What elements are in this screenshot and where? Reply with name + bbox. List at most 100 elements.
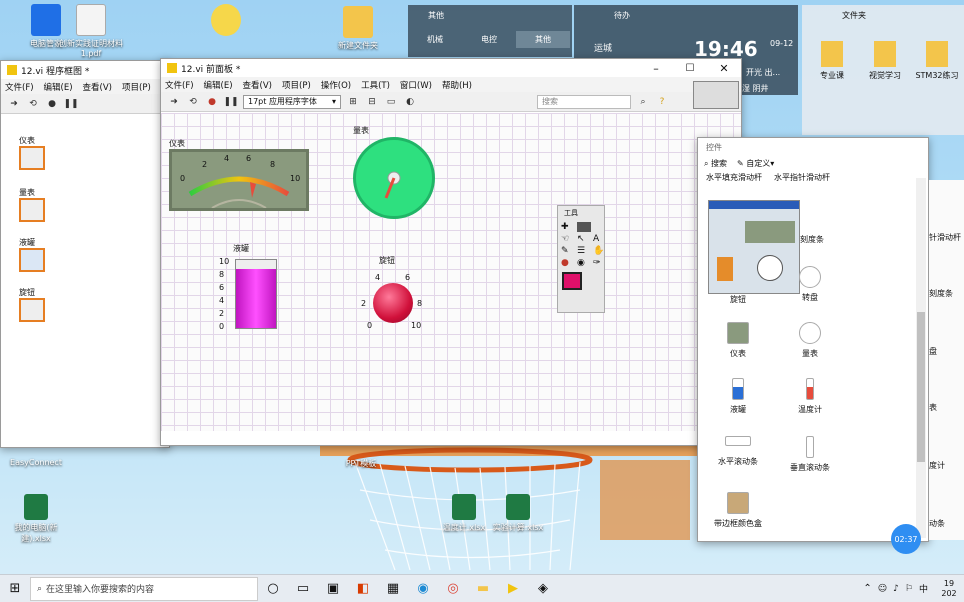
fp-menu-edit[interactable]: 编辑(E) [204,79,233,91]
minimize-icon[interactable]: – [639,62,673,75]
reorder-icon[interactable]: ◐ [403,95,417,108]
run-arrow-icon[interactable]: ➜ [167,95,181,108]
shortcut-tool-icon[interactable]: ☰ [577,246,591,256]
palette-item-thermometer[interactable]: 温度计 [770,378,850,415]
windows-start-icon[interactable]: ⊞ [0,575,30,602]
color-copy-tool-icon[interactable]: ✑ [593,258,607,268]
desktop-icon-pdf[interactable]: 创新实践证明材料1.pdf [55,4,127,58]
run-continuous-icon[interactable]: ⟲ [186,95,200,108]
label-tool-icon[interactable]: A [593,234,607,244]
widget-tab-mechanical[interactable]: 机械 [408,31,462,48]
widget-tab-other[interactable]: 其他 [516,31,570,48]
help-icon[interactable]: ? [655,95,669,108]
clock-bubble[interactable]: 02:37 [891,524,921,554]
color-tool-icon[interactable] [562,272,582,290]
palette-item-color-box[interactable]: 带边框颜色盒 [698,492,778,529]
desktop-icon-xlsx-1[interactable]: 我的电脑(新建).xlsx [0,494,72,544]
palette-scrollbar[interactable] [916,178,926,538]
bd-menu-edit[interactable]: 编辑(E) [44,81,73,93]
folder-stm32[interactable]: STM32练习 [910,41,964,81]
fp-menu-operate[interactable]: 操作(O) [321,79,351,91]
desktop-icon-xlsx-3[interactable]: 实验计算.xlsx [482,494,554,533]
folder-vision-learning[interactable]: 视觉学习 [860,41,910,81]
desktop-icon-easyconnect[interactable]: EasyConnect [0,458,72,467]
fp-menu-project[interactable]: 项目(P) [282,79,311,91]
gauge-control[interactable] [353,137,435,219]
abort-icon[interactable]: ● [205,95,219,108]
app-grid-icon[interactable]: ▦ [378,575,408,602]
auto-tool-icon[interactable] [577,222,591,232]
taskbar-search-input[interactable]: ⌕ 在这里输入你要搜索的内容 [30,576,258,601]
palette-item-meter[interactable]: 仪表 [698,322,778,359]
pause-icon[interactable]: ❚❚ [63,97,78,110]
palette-item-gauge[interactable]: 量表 [770,322,850,359]
position-tool-icon[interactable]: ↖ [577,234,591,244]
palette-item-vscrollbar[interactable]: 垂直滚动条 [770,436,850,473]
tray-ime-label[interactable]: 中 [919,582,928,595]
bd-item-gauge[interactable]: 量表 [19,187,45,222]
tools-palette[interactable]: 工具 ✚ ☜ ↖ A ✎ ☰ ✋ ● ◉ ✑ [557,205,605,313]
palette-item-pointer-slide[interactable]: 水平指针滑动杆 [774,172,830,183]
bd-item-meter[interactable]: 仪表 [19,135,45,170]
resize-icon[interactable]: ▭ [384,95,398,108]
office-icon[interactable]: ◧ [348,575,378,602]
task-view-icon[interactable]: ▭ [288,575,318,602]
abort-icon[interactable]: ● [45,97,59,110]
desktop-icon-ppt-template[interactable]: PPT模板 [325,458,397,469]
breakpoint-tool-icon[interactable]: ● [561,258,575,268]
palette-item-fill-slide[interactable]: 水平填充滑动杆 [706,172,762,183]
scroll-tool-icon[interactable]: ✋ [593,246,607,256]
probe-tool-icon[interactable]: ◉ [577,258,591,268]
search-input[interactable]: 搜索 [537,94,631,109]
tray-network-icon[interactable]: ⚐ [905,584,913,594]
maximize-icon[interactable]: ☐ [673,63,707,74]
tray-expand-icon[interactable]: ⌃ [863,583,871,594]
operate-tool-icon[interactable]: ☜ [561,234,575,244]
front-panel-canvas[interactable]: 仪表 0 2 4 6 8 10 量表 液罐 10 8 6 4 2 0 旋钮 0 … [161,113,741,431]
fp-menu-help[interactable]: 帮助(H) [442,79,472,91]
fp-menu-view[interactable]: 查看(V) [243,79,272,91]
controls-palette[interactable]: 控件 ⌕ 搜索 ✎ 自定义▾ 水平填充滑动杆 水平指针滑动杆 旋钮 刻度条 转盘… [697,137,929,542]
pause-icon[interactable]: ❚❚ [223,95,238,108]
fp-menu-tools[interactable]: 工具(T) [361,79,390,91]
fp-menu-file[interactable]: 文件(F) [165,79,194,91]
distribute-icon[interactable]: ⊟ [365,95,379,108]
cortana-icon[interactable]: ○ [258,575,288,602]
widget-tab-electrical[interactable]: 电控 [462,31,516,48]
palette-item-knob[interactable]: 旋钮 [730,294,746,305]
bd-menu-file[interactable]: 文件(F) [5,81,34,93]
store-icon[interactable]: ▣ [318,575,348,602]
desktop-icon-new-folder[interactable]: 新建文件夹 [322,6,394,51]
wiring-tool-icon[interactable]: ✎ [561,246,575,256]
knob-control[interactable] [373,283,413,323]
bd-item-tank[interactable]: 液罐 [19,237,45,272]
align-icon[interactable]: ⊞ [346,95,360,108]
tray-clock[interactable]: 19 202 [934,579,964,599]
fp-menu-window[interactable]: 窗口(W) [400,79,432,91]
palette-scroll-thumb[interactable] [917,312,925,462]
close-icon[interactable]: ✕ [707,62,741,75]
labview-taskbar-icon[interactable]: ▶ [498,575,528,602]
tank-control[interactable] [235,259,277,329]
wrench-tool-icon[interactable]: ✚ [561,222,575,232]
font-select[interactable]: 17pt 应用程序字体 ▾ [243,94,341,109]
palette-search-button[interactable]: ⌕ 搜索 [704,158,727,169]
tray-user-icon[interactable]: ☺ [878,584,887,594]
palette-item-tank[interactable]: 液罐 [698,378,778,415]
run-arrow-icon[interactable]: ➜ [7,97,21,110]
block-diagram-window[interactable]: 12.vi 程序框图 * 文件(F) 编辑(E) 查看(V) 项目(P) ➜ ⟲… [0,60,170,448]
palette-item-hscrollbar[interactable]: 水平滚动条 [698,436,778,467]
onenote-icon[interactable]: ◈ [528,575,558,602]
bd-item-knob[interactable]: 旋钮 [19,287,45,322]
file-explorer-icon[interactable]: ▬ [468,575,498,602]
front-panel-window[interactable]: 12.vi 前面板 * – ☐ ✕ 文件(F) 编辑(E) 查看(V) 项目(P… [160,58,742,446]
palette-custom-button[interactable]: ✎ 自定义▾ [737,158,774,169]
meter-control[interactable]: 0 2 4 6 8 10 [169,149,309,211]
run-continuous-icon[interactable]: ⟲ [26,97,40,110]
tray-volume-icon[interactable]: ♪ [893,584,899,594]
folder-major-course[interactable]: 专业课 [812,41,852,81]
bd-menu-project[interactable]: 项目(P) [122,81,151,93]
desktop-icon-mascot[interactable] [190,4,262,38]
search-icon[interactable]: ⌕ [636,95,650,108]
palette-item-dial[interactable]: 转盘 [770,266,850,303]
